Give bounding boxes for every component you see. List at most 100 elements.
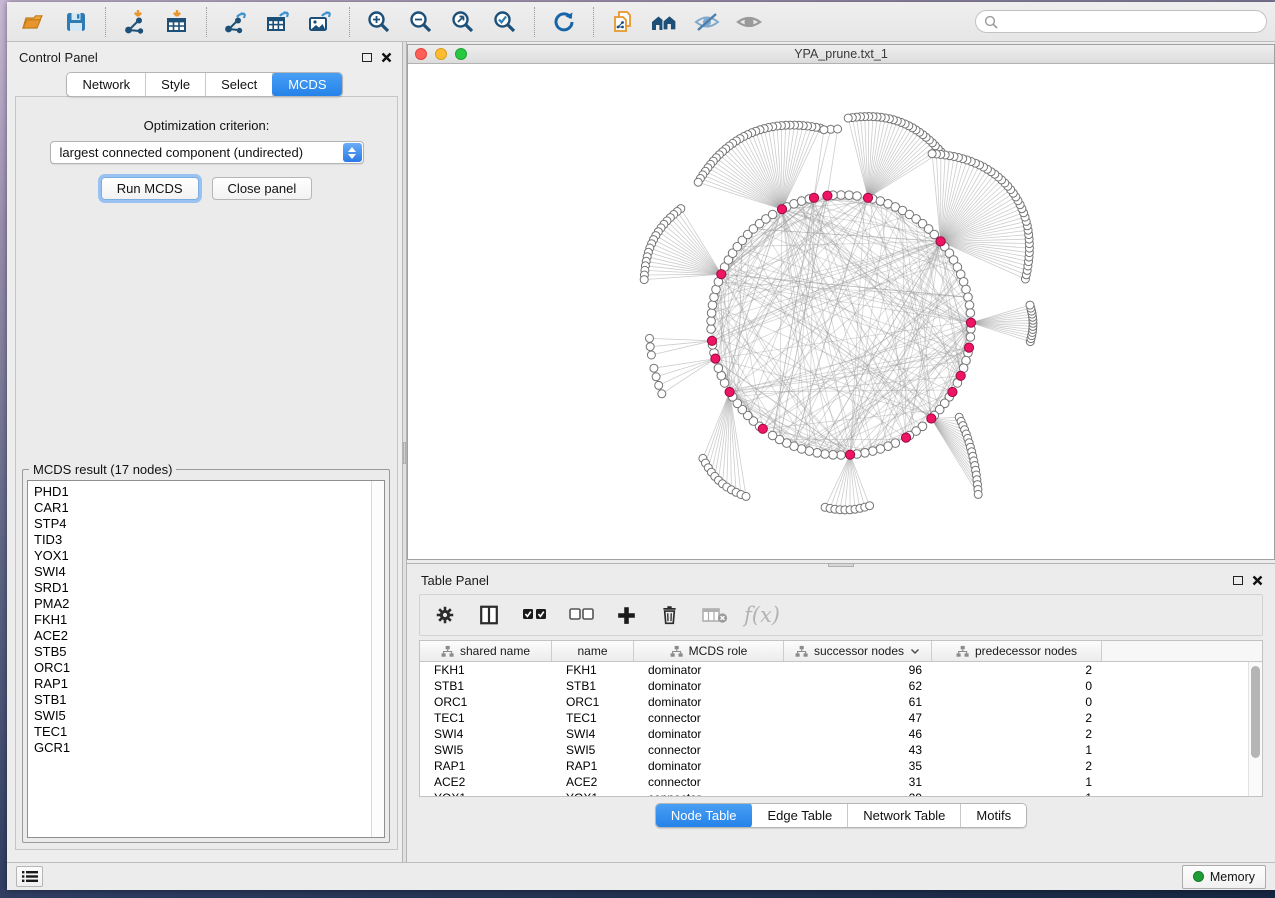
splitter-grip[interactable] bbox=[403, 442, 406, 464]
mcds-result-item[interactable]: GCR1 bbox=[34, 740, 371, 756]
table-cell: 46 bbox=[784, 727, 932, 741]
zoom-fit-button[interactable] bbox=[444, 6, 482, 38]
table-cell: YOX1 bbox=[420, 791, 552, 796]
close-panel-icon[interactable] bbox=[381, 52, 392, 63]
close-panel-icon[interactable] bbox=[1252, 575, 1263, 586]
table-row[interactable]: SWI5SWI5connector431 bbox=[420, 742, 1248, 758]
save-session-button[interactable] bbox=[57, 6, 95, 38]
show-all-button[interactable] bbox=[730, 6, 768, 38]
open-file-button[interactable] bbox=[15, 6, 53, 38]
copy-style-button[interactable] bbox=[604, 6, 642, 38]
mcds-result-item[interactable]: SWI4 bbox=[34, 564, 371, 580]
tab-style[interactable]: Style bbox=[146, 73, 206, 96]
table-cell: TEC1 bbox=[420, 711, 552, 725]
maximize-window-icon[interactable] bbox=[455, 48, 467, 60]
export-table-button[interactable] bbox=[259, 6, 297, 38]
select-all-button[interactable] bbox=[522, 608, 547, 622]
table-row[interactable]: YOX1YOX1connector291 bbox=[420, 790, 1248, 796]
tab-network[interactable]: Network bbox=[67, 73, 146, 96]
mcds-list-scrollbar[interactable] bbox=[371, 481, 384, 837]
table-cell: STB1 bbox=[420, 679, 552, 693]
zoom-selected-button[interactable] bbox=[486, 6, 524, 38]
tab-mcds[interactable]: MCDS bbox=[272, 72, 342, 97]
mcds-result-item[interactable]: STP4 bbox=[34, 516, 371, 532]
zoom-in-button[interactable] bbox=[360, 6, 398, 38]
tab-motifs[interactable]: Motifs bbox=[961, 804, 1026, 827]
houses-icon bbox=[650, 10, 680, 34]
table-scrollbar[interactable] bbox=[1248, 662, 1262, 796]
refresh-view-button[interactable] bbox=[545, 6, 583, 38]
export-image-button[interactable] bbox=[301, 6, 339, 38]
tab-network-table[interactable]: Network Table bbox=[848, 804, 961, 827]
tab-select[interactable]: Select bbox=[206, 73, 273, 96]
table-cell: 0 bbox=[932, 695, 1102, 709]
mcds-result-item[interactable]: STB1 bbox=[34, 692, 371, 708]
table-row[interactable]: RAP1RAP1dominator352 bbox=[420, 758, 1248, 774]
mcds-result-item[interactable]: ORC1 bbox=[34, 660, 371, 676]
mcds-result-item[interactable]: ACE2 bbox=[34, 628, 371, 644]
column-header-successor-nodes[interactable]: successor nodes bbox=[784, 641, 932, 661]
network-canvas[interactable] bbox=[408, 64, 1274, 559]
main-toolbar bbox=[7, 2, 1275, 42]
table-row[interactable]: ACE2ACE2connector311 bbox=[420, 774, 1248, 790]
table-settings-button[interactable] bbox=[434, 604, 456, 626]
table-row[interactable]: ORC1ORC1dominator610 bbox=[420, 694, 1248, 710]
hide-selected-button[interactable] bbox=[688, 6, 726, 38]
mcds-result-item[interactable]: STB5 bbox=[34, 644, 371, 660]
mcds-result-item[interactable]: TEC1 bbox=[34, 724, 371, 740]
column-header-name[interactable]: name bbox=[552, 641, 634, 661]
show-columns-button[interactable] bbox=[478, 604, 500, 626]
close-window-icon[interactable] bbox=[415, 48, 427, 60]
float-panel-icon[interactable] bbox=[1233, 576, 1243, 585]
optimization-criterion-select[interactable]: largest connected component (undirected) bbox=[50, 141, 364, 164]
column-header-shared-name[interactable]: shared name bbox=[420, 641, 552, 661]
column-header-predecessor-nodes[interactable]: predecessor nodes bbox=[932, 641, 1102, 661]
network-window-titlebar[interactable]: YPA_prune.txt_1 bbox=[408, 45, 1274, 64]
float-panel-icon[interactable] bbox=[362, 53, 372, 62]
import-network-button[interactable] bbox=[116, 6, 154, 38]
search-input[interactable] bbox=[1003, 15, 1258, 29]
table-row[interactable]: SWI4SWI4dominator462 bbox=[420, 726, 1248, 742]
task-history-button[interactable] bbox=[16, 866, 43, 887]
search-box[interactable] bbox=[975, 10, 1267, 33]
shared-column-icon bbox=[795, 645, 808, 658]
network-graph[interactable] bbox=[408, 64, 1274, 559]
import-table-button[interactable] bbox=[158, 6, 196, 38]
mcds-result-item[interactable]: SRD1 bbox=[34, 580, 371, 596]
deselect-all-button[interactable] bbox=[569, 608, 594, 622]
minimize-window-icon[interactable] bbox=[435, 48, 447, 60]
mcds-result-item[interactable]: TID3 bbox=[34, 532, 371, 548]
table-panel-splitter-grip[interactable] bbox=[828, 563, 854, 567]
zoom-out-button[interactable] bbox=[402, 6, 440, 38]
toolbar-separator bbox=[206, 7, 207, 37]
table-cell: dominator bbox=[634, 679, 784, 693]
mcds-result-item[interactable]: SWI5 bbox=[34, 708, 371, 724]
tab-edge-table[interactable]: Edge Table bbox=[752, 804, 848, 827]
memory-button[interactable]: Memory bbox=[1182, 865, 1266, 889]
table-cell: SWI4 bbox=[420, 727, 552, 741]
close-panel-button[interactable]: Close panel bbox=[212, 177, 313, 200]
export-network-button[interactable] bbox=[217, 6, 255, 38]
search-icon bbox=[984, 15, 998, 29]
add-column-button[interactable] bbox=[616, 605, 637, 626]
table-cell: 61 bbox=[784, 695, 932, 709]
table-scrollbar-thumb[interactable] bbox=[1251, 666, 1260, 758]
mcds-result-item[interactable]: PMA2 bbox=[34, 596, 371, 612]
mcds-result-list: PHD1CAR1STP4TID3YOX1SWI4SRD1PMA2FKH1ACE2… bbox=[28, 481, 371, 837]
table-row[interactable]: STB1STB1dominator620 bbox=[420, 678, 1248, 694]
delete-column-button[interactable] bbox=[659, 604, 680, 626]
column-header-MCDS-role[interactable]: MCDS role bbox=[634, 641, 784, 661]
mcds-result-item[interactable]: PHD1 bbox=[34, 484, 371, 500]
tab-node-table[interactable]: Node Table bbox=[655, 803, 754, 828]
table-row[interactable]: FKH1FKH1dominator962 bbox=[420, 662, 1248, 678]
toolbar-separator bbox=[593, 7, 594, 37]
first-neighbors-button[interactable] bbox=[646, 6, 684, 38]
column-header-label: predecessor nodes bbox=[975, 644, 1077, 658]
mcds-result-item[interactable]: RAP1 bbox=[34, 676, 371, 692]
mcds-result-item[interactable]: FKH1 bbox=[34, 612, 371, 628]
run-mcds-button[interactable]: Run MCDS bbox=[101, 177, 199, 200]
table-row[interactable]: TEC1TEC1connector472 bbox=[420, 710, 1248, 726]
mcds-result-item[interactable]: CAR1 bbox=[34, 500, 371, 516]
mcds-result-item[interactable]: YOX1 bbox=[34, 548, 371, 564]
status-bar: Memory bbox=[7, 862, 1275, 890]
